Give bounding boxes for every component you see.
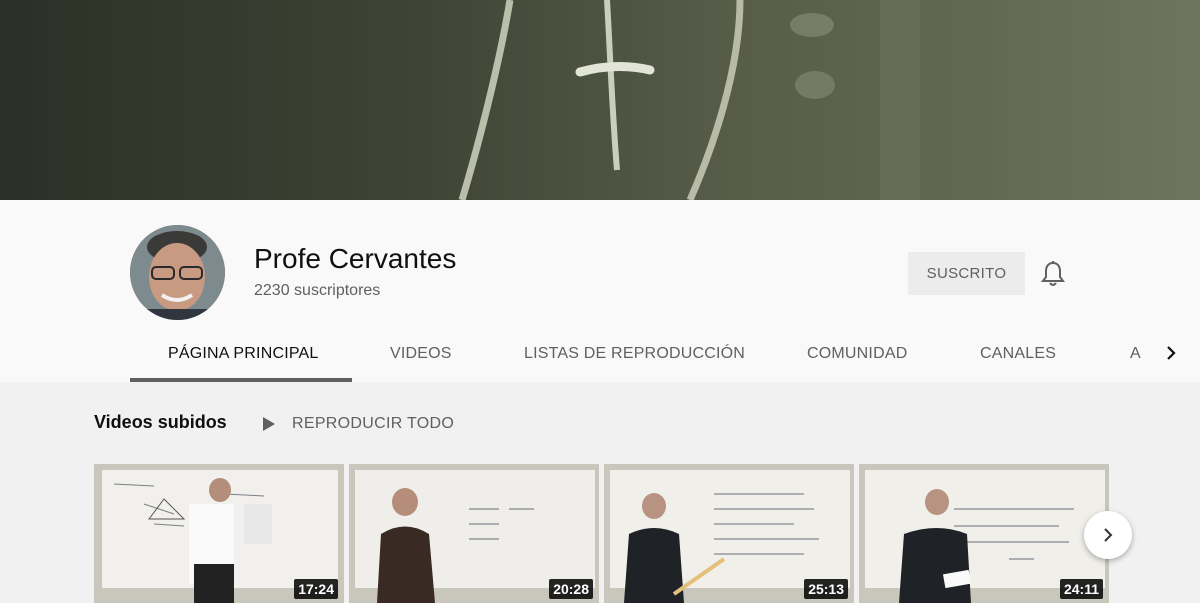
tab-videos[interactable]: VIDEOS: [390, 330, 452, 382]
channel-name: Profe Cervantes: [254, 243, 457, 274]
tab-canales[interactable]: CANALES: [980, 330, 1056, 382]
channel-banner: [0, 0, 1200, 200]
channel-avatar[interactable]: [130, 225, 225, 320]
tab-listas-de-reproduccion[interactable]: LISTAS DE REPRODUCCIÓN: [524, 330, 745, 382]
video-thumbnail[interactable]: 17:24: [94, 464, 344, 603]
bell-icon[interactable]: [1040, 260, 1066, 288]
channel-tabs: PÁGINA PRINCIPAL VIDEOS LISTAS DE REPROD…: [0, 330, 1200, 382]
chevron-right-icon: [1104, 528, 1113, 542]
chevron-right-icon[interactable]: [1160, 342, 1182, 364]
subscriber-count: 2230 suscriptores: [254, 282, 381, 299]
tab-truncated[interactable]: A: [1130, 330, 1141, 382]
video-duration: 17:24: [294, 579, 338, 599]
tab-pagina-principal[interactable]: PÁGINA PRINCIPAL: [168, 330, 319, 382]
play-icon: [263, 417, 275, 431]
video-duration: 24:11: [1059, 579, 1103, 599]
subscribe-button[interactable]: SUSCRITO: [908, 252, 1025, 295]
tab-comunidad[interactable]: COMUNIDAD: [807, 330, 907, 382]
video-thumbnail[interactable]: 25:13: [604, 464, 854, 603]
video-duration: 20:28: [549, 579, 593, 599]
section-title: Videos subidos: [94, 412, 227, 432]
video-thumbnail[interactable]: 24:11: [859, 464, 1109, 603]
video-thumbnail[interactable]: 20:28: [349, 464, 599, 603]
carousel-next-button[interactable]: [1084, 511, 1132, 559]
play-all-label: REPRODUCIR TODO: [292, 415, 455, 432]
play-all-button[interactable]: REPRODUCIR TODO: [262, 413, 454, 435]
video-duration: 25:13: [804, 579, 848, 599]
